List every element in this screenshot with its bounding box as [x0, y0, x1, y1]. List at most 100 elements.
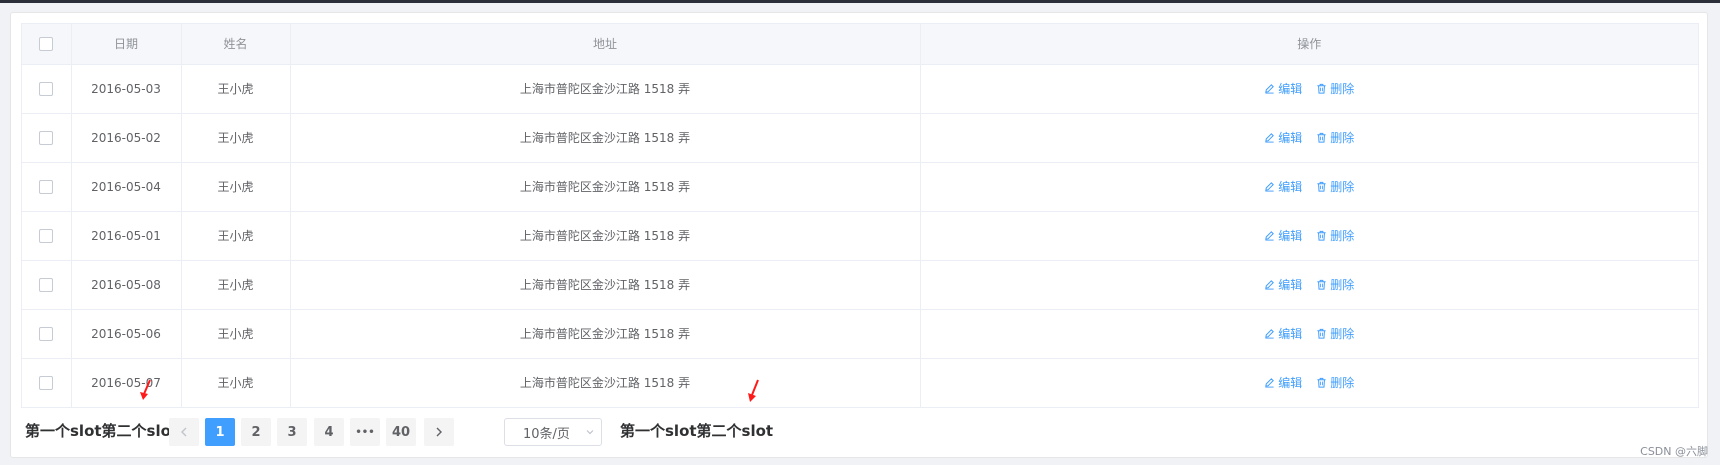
more-pages-button[interactable]: •••	[350, 418, 380, 446]
delete-label: 删除	[1330, 131, 1355, 145]
row-checkbox[interactable]	[39, 81, 54, 96]
date-cell: 2016-05-06	[71, 309, 182, 359]
actions-cell: 编辑 删除	[920, 64, 1698, 114]
date-cell: 2016-05-04	[71, 162, 182, 212]
delete-button[interactable]: 删除	[1316, 129, 1354, 146]
edit-button[interactable]: 编辑	[1264, 227, 1302, 244]
header-address[interactable]: 地址	[290, 24, 921, 65]
table-row: 2016-05-04 王小虎 上海市普陀区金沙江路 1518 弄 编辑 删除	[22, 162, 1698, 212]
edit-button[interactable]: 编辑	[1264, 374, 1302, 391]
row-select-cell[interactable]	[22, 64, 72, 114]
table-row: 2016-05-01 王小虎 上海市普陀区金沙江路 1518 弄 编辑 删除	[22, 211, 1698, 261]
table-header-row: 日期 姓名 地址 操作	[22, 24, 1698, 65]
table-row: 2016-05-03 王小虎 上海市普陀区金沙江路 1518 弄 编辑 删除	[22, 64, 1698, 114]
trash-icon	[1317, 230, 1326, 241]
row-checkbox[interactable]	[39, 326, 54, 341]
address-cell: 上海市普陀区金沙江路 1518 弄	[290, 162, 921, 212]
edit-button[interactable]: 编辑	[1264, 80, 1302, 97]
name-cell: 王小虎	[181, 211, 291, 261]
actions-cell: 编辑 删除	[920, 309, 1698, 359]
address-cell: 上海市普陀区金沙江路 1518 弄	[290, 113, 921, 163]
row-select-cell[interactable]	[22, 309, 72, 359]
top-bar	[0, 0, 1720, 3]
edit-label: 编辑	[1278, 229, 1303, 243]
trash-icon	[1317, 181, 1326, 192]
row-checkbox[interactable]	[39, 376, 54, 390]
edit-button[interactable]: 编辑	[1264, 325, 1302, 342]
edit-label: 编辑	[1278, 82, 1303, 96]
content-card: 日期 姓名 地址 操作 2016-05-03 王小虎 上海市普陀区金沙江路 1518…	[10, 12, 1708, 458]
delete-button[interactable]: 删除	[1316, 276, 1354, 293]
prev-page-button[interactable]	[169, 418, 199, 446]
date-cell: 2016-05-03	[71, 64, 182, 114]
edit-icon	[1265, 329, 1275, 339]
delete-button[interactable]: 删除	[1316, 374, 1354, 391]
date-cell: 2016-05-08	[71, 260, 182, 310]
page-button-2[interactable]: 2	[241, 418, 271, 446]
annotation-arrow-icon	[140, 379, 151, 400]
left-slot-text: 第一个slot第二个slot	[25, 422, 179, 440]
name-cell: 王小虎	[181, 113, 291, 163]
name-cell: 王小虎	[181, 162, 291, 212]
row-checkbox[interactable]	[39, 277, 54, 292]
address-cell: 上海市普陀区金沙江路 1518 弄	[290, 309, 921, 359]
table-row: 2016-05-02 王小虎 上海市普陀区金沙江路 1518 弄 编辑 删除	[22, 113, 1698, 163]
page-size-select[interactable]: 10条/页	[504, 418, 602, 446]
table-row: 2016-05-07 王小虎 上海市普陀区金沙江路 1518 弄 编辑 删除	[22, 358, 1698, 407]
actions-cell: 编辑 删除	[920, 162, 1698, 212]
actions-cell: 编辑 删除	[920, 260, 1698, 310]
edit-icon	[1265, 280, 1275, 290]
edit-icon	[1265, 231, 1275, 241]
row-select-cell[interactable]	[22, 358, 72, 407]
name-cell: 王小虎	[181, 309, 291, 359]
delete-button[interactable]: 删除	[1316, 178, 1354, 195]
delete-button[interactable]: 删除	[1316, 227, 1354, 244]
edit-label: 编辑	[1278, 327, 1303, 341]
name-cell: 王小虎	[181, 64, 291, 114]
row-checkbox[interactable]	[39, 228, 54, 243]
row-checkbox[interactable]	[39, 179, 54, 194]
next-page-button[interactable]	[424, 418, 454, 446]
actions-cell: 编辑 删除	[920, 113, 1698, 163]
row-checkbox[interactable]	[39, 130, 54, 145]
address-cell: 上海市普陀区金沙江路 1518 弄	[290, 358, 921, 407]
trash-icon	[1317, 378, 1326, 388]
annotation-arrow-icon	[748, 379, 759, 402]
right-slot-text: 第一个slot第二个slot	[620, 422, 774, 440]
edit-button[interactable]: 编辑	[1264, 178, 1302, 195]
delete-label: 删除	[1330, 278, 1355, 292]
page-button-4[interactable]: 4	[314, 418, 344, 446]
row-select-cell[interactable]	[22, 260, 72, 310]
page-button-3[interactable]: 3	[277, 418, 307, 446]
header-date[interactable]: 日期	[71, 24, 182, 65]
chevron-right-icon	[436, 427, 442, 437]
watermark: CSDN @六脚	[1640, 445, 1708, 458]
date-cell: 2016-05-02	[71, 113, 182, 163]
row-select-cell[interactable]	[22, 211, 72, 261]
delete-button[interactable]: 删除	[1316, 80, 1354, 97]
delete-button[interactable]: 删除	[1316, 325, 1354, 342]
edit-button[interactable]: 编辑	[1264, 129, 1302, 146]
delete-label: 删除	[1330, 229, 1355, 243]
edit-icon	[1265, 182, 1275, 192]
address-cell: 上海市普陀区金沙江路 1518 弄	[290, 260, 921, 310]
row-select-cell[interactable]	[22, 162, 72, 212]
page-button-40[interactable]: 40	[386, 418, 416, 446]
edit-button[interactable]: 编辑	[1264, 276, 1302, 293]
header-select-all[interactable]	[22, 24, 72, 65]
edit-icon	[1265, 378, 1275, 388]
edit-icon	[1265, 84, 1275, 94]
delete-label: 删除	[1330, 376, 1355, 391]
select-all-checkbox[interactable]	[39, 37, 54, 51]
edit-icon	[1265, 133, 1275, 143]
page-button-1[interactable]: 1	[205, 418, 235, 446]
name-cell: 王小虎	[181, 358, 291, 407]
trash-icon	[1317, 279, 1326, 290]
header-actions: 操作	[920, 24, 1698, 65]
actions-cell: 编辑 删除	[920, 358, 1698, 407]
trash-icon	[1317, 132, 1326, 143]
edit-label: 编辑	[1278, 180, 1303, 194]
row-select-cell[interactable]	[22, 113, 72, 163]
header-name[interactable]: 姓名	[181, 24, 291, 65]
date-cell: 2016-05-07	[71, 358, 182, 407]
